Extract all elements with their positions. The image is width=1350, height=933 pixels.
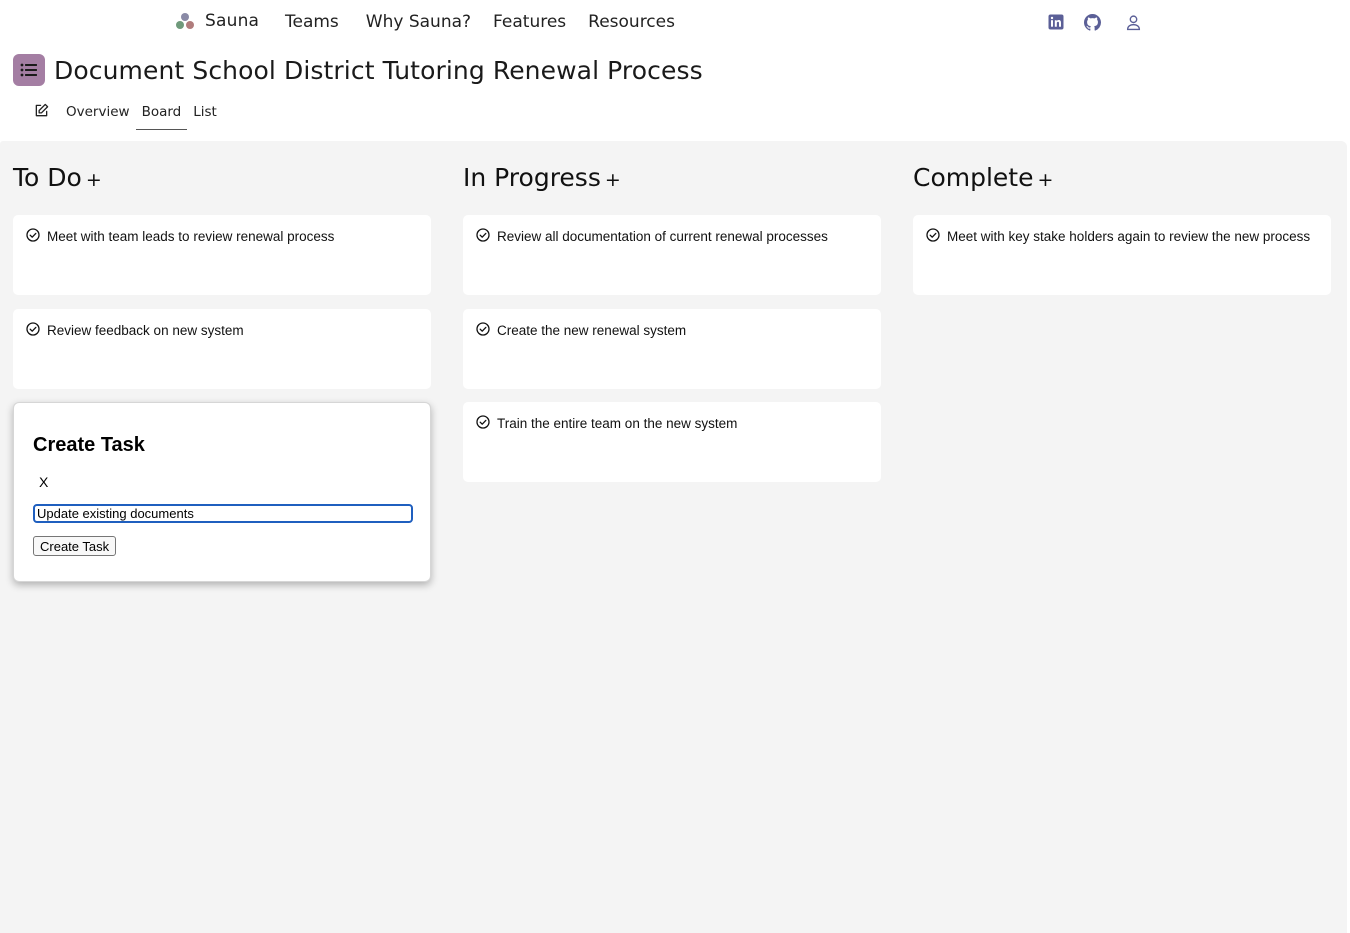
- create-task-button[interactable]: Create Task: [33, 536, 117, 556]
- list-icon[interactable]: [13, 54, 45, 86]
- task-name-input[interactable]: [33, 504, 413, 523]
- task-title: Meet with key stake holders again to rev…: [947, 229, 1311, 244]
- brand-name[interactable]: Sauna: [205, 11, 259, 31]
- view-tabs: Overview Board List: [34, 100, 223, 130]
- check-circle-icon[interactable]: [926, 228, 940, 242]
- edit-icon[interactable]: [34, 103, 50, 119]
- nav-link-resources[interactable]: Resources: [588, 12, 675, 32]
- column-title: Complete: [913, 163, 1034, 192]
- check-circle-icon[interactable]: [476, 322, 490, 336]
- brand[interactable]: Sauna: [175, 11, 259, 31]
- add-task-button[interactable]: +: [605, 169, 621, 191]
- nav-link-features[interactable]: Features: [493, 12, 566, 32]
- column-header-complete: Complete +: [913, 163, 1053, 192]
- sauna-logo-icon: [175, 11, 195, 31]
- task-title: Train the entire team on the new system: [497, 416, 738, 431]
- check-circle-icon[interactable]: [476, 415, 490, 429]
- modal-title: Create Task: [33, 434, 145, 456]
- task-card[interactable]: Create the new renewal system: [463, 309, 881, 389]
- task-card[interactable]: Meet with key stake holders again to rev…: [913, 215, 1331, 295]
- task-card[interactable]: Train the entire team on the new system: [463, 402, 881, 482]
- tab-overview[interactable]: Overview: [60, 100, 136, 129]
- check-circle-icon[interactable]: [26, 228, 40, 242]
- project-header: Document School District Tutoring Renewa…: [13, 54, 703, 86]
- task-title: Create the new renewal system: [497, 323, 687, 338]
- nav-link-why-sauna[interactable]: Why Sauna?: [366, 12, 471, 32]
- nav-link-teams[interactable]: Teams: [285, 12, 339, 32]
- check-circle-icon[interactable]: [26, 322, 40, 336]
- add-task-button[interactable]: +: [86, 169, 102, 191]
- add-task-button[interactable]: +: [1037, 169, 1053, 191]
- check-circle-icon[interactable]: [476, 228, 490, 242]
- task-title: Review feedback on new system: [47, 323, 244, 338]
- page-title: Document School District Tutoring Renewa…: [54, 55, 703, 85]
- task-card[interactable]: Review all documentation of current rene…: [463, 215, 881, 295]
- column-header-todo: To Do +: [13, 163, 102, 192]
- column-title: To Do: [13, 163, 82, 192]
- top-nav: Sauna Teams Why Sauna? Features Resource…: [0, 0, 1350, 44]
- task-card[interactable]: Review feedback on new system: [13, 309, 431, 389]
- task-title: Review all documentation of current rene…: [497, 229, 828, 244]
- github-icon[interactable]: [1083, 13, 1101, 31]
- nav-links: Teams Why Sauna? Features Resources: [285, 12, 697, 32]
- tab-board[interactable]: Board: [135, 100, 188, 130]
- tab-list[interactable]: List: [187, 100, 223, 129]
- column-title: In Progress: [463, 163, 601, 192]
- close-button[interactable]: X: [39, 474, 48, 490]
- task-title: Meet with team leads to review renewal p…: [47, 229, 335, 244]
- create-task-modal: Create Task X Create Task: [13, 402, 431, 582]
- task-card[interactable]: Meet with team leads to review renewal p…: [13, 215, 431, 295]
- column-header-in-progress: In Progress +: [463, 163, 621, 192]
- user-icon[interactable]: [1124, 13, 1142, 31]
- linkedin-icon[interactable]: [1047, 13, 1065, 31]
